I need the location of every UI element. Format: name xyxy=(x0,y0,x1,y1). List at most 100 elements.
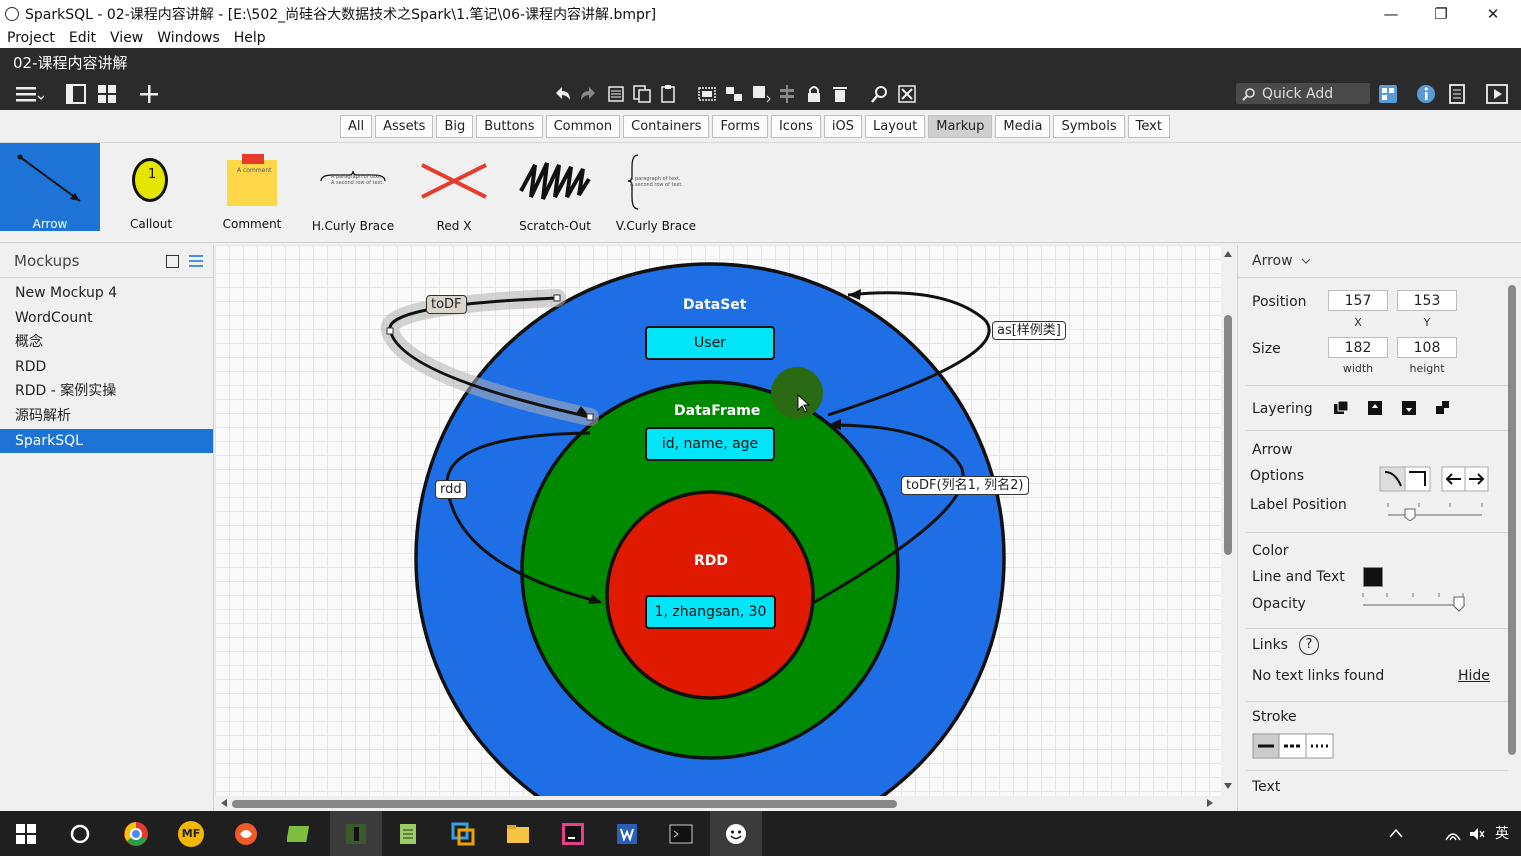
position-y-input[interactable]: 153 xyxy=(1397,290,1457,311)
width-input[interactable]: 182 xyxy=(1328,337,1388,358)
mockup-item-active[interactable]: SparkSQL xyxy=(0,428,213,454)
filter-tab-layout[interactable]: Layout xyxy=(865,115,926,138)
selection-handle[interactable] xyxy=(586,413,594,421)
grid-view-icon[interactable] xyxy=(96,84,118,104)
menu-windows[interactable]: Windows xyxy=(150,30,227,46)
info-icon[interactable] xyxy=(1415,84,1437,104)
filter-tab-media[interactable]: Media xyxy=(995,115,1051,138)
scene-icon[interactable] xyxy=(330,811,382,856)
notepad-icon[interactable] xyxy=(382,811,434,856)
arrow-label-todf[interactable]: toDF xyxy=(426,295,467,314)
arrow-label-rdd[interactable]: rdd xyxy=(435,480,467,499)
links-help-icon[interactable]: ? xyxy=(1299,635,1319,655)
send-to-back-icon[interactable] xyxy=(1436,401,1449,414)
ungroup-icon[interactable] xyxy=(723,84,745,104)
slider-handle[interactable] xyxy=(1404,508,1416,521)
group-icon[interactable] xyxy=(696,84,718,104)
filter-tab-forms[interactable]: Forms xyxy=(712,115,768,138)
thumbnail-view-icon[interactable] xyxy=(166,255,179,268)
mf-icon[interactable]: MF xyxy=(165,811,217,856)
slider-handle[interactable] xyxy=(1453,596,1465,612)
canvas-vertical-scrollbar[interactable] xyxy=(1221,245,1235,796)
dataset-box[interactable]: User xyxy=(645,326,775,360)
properties-scrollbar[interactable] xyxy=(1508,285,1516,755)
dataframe-box[interactable]: id, name, age xyxy=(645,427,775,461)
scroll-thumb[interactable] xyxy=(232,800,897,808)
menu-edit[interactable]: Edit xyxy=(62,30,103,46)
search-icon[interactable] xyxy=(869,84,891,104)
scroll-thumb[interactable] xyxy=(1224,315,1232,555)
ui-library-icon[interactable] xyxy=(1377,84,1399,104)
scroll-down-icon[interactable] xyxy=(1224,783,1232,789)
line-text-color-swatch[interactable] xyxy=(1363,567,1383,587)
filter-tab-text[interactable]: Text xyxy=(1127,115,1170,138)
word-icon[interactable] xyxy=(601,811,653,856)
component-v-curly-brace[interactable]: V.Curly Brace A paragraph of text. A sec… xyxy=(606,145,706,233)
close-search-icon[interactable] xyxy=(896,84,918,104)
component-red-x[interactable]: Red X xyxy=(404,145,504,233)
ime-indicator[interactable]: 英 xyxy=(1495,823,1509,843)
send-backward-icon[interactable] xyxy=(1402,401,1416,415)
rdd-box[interactable]: 1, zhangsan, 30 xyxy=(645,595,776,629)
filter-tab-common[interactable]: Common xyxy=(545,115,621,138)
arrow-right-option-icon[interactable] xyxy=(1464,466,1489,492)
windows-start-icon[interactable] xyxy=(0,811,52,856)
filter-tab-icons[interactable]: Icons xyxy=(770,115,821,138)
mockup-canvas[interactable]: DataSet User DataFrame id, name, age RDD… xyxy=(215,245,1221,796)
bring-forward-icon[interactable] xyxy=(1368,401,1382,415)
menu-help[interactable]: Help xyxy=(227,30,273,46)
trash-icon[interactable] xyxy=(829,84,851,104)
presentation-icon[interactable] xyxy=(1486,84,1508,104)
hide-links-link[interactable]: Hide xyxy=(1458,668,1490,684)
terminal-icon[interactable] xyxy=(655,811,707,856)
menu-view[interactable]: View xyxy=(103,30,150,46)
component-comment[interactable]: Comment A comment xyxy=(202,145,302,231)
component-scratch-out[interactable]: Scratch-Out xyxy=(505,145,605,233)
browser-icon[interactable] xyxy=(220,811,272,856)
hamburger-menu-icon[interactable] xyxy=(13,84,45,104)
app-icon[interactable] xyxy=(274,811,326,856)
mockup-item[interactable]: New Mockup 4 xyxy=(0,281,213,306)
filter-tab-ios[interactable]: iOS xyxy=(823,115,863,138)
filter-tab-buttons[interactable]: Buttons xyxy=(476,115,543,138)
volume-icon[interactable] xyxy=(1468,826,1486,846)
selection-handle[interactable] xyxy=(553,294,561,302)
arrow-label-as[interactable]: as[样例类] xyxy=(992,321,1066,340)
stroke-dashed-icon[interactable] xyxy=(1278,733,1307,759)
close-button[interactable]: ✕ xyxy=(1468,0,1518,27)
add-icon[interactable] xyxy=(138,84,160,104)
filter-tab-assets[interactable]: Assets xyxy=(375,115,434,138)
scroll-left-icon[interactable] xyxy=(221,799,227,807)
notes-icon[interactable] xyxy=(1446,84,1468,104)
vmware-icon[interactable] xyxy=(437,811,489,856)
copy-icon[interactable] xyxy=(631,84,653,104)
arrange-icon[interactable] xyxy=(750,84,772,104)
component-arrow[interactable]: Arrow xyxy=(0,143,100,231)
arrow-label-todf-cols[interactable]: toDF(列名1, 列名2) xyxy=(901,476,1029,495)
mockup-item[interactable]: WordCount xyxy=(0,306,213,331)
filter-tab-all[interactable]: All xyxy=(340,115,373,138)
maximize-button[interactable]: ❐ xyxy=(1416,0,1466,27)
list-view-icon[interactable] xyxy=(189,254,203,268)
filter-tab-symbols[interactable]: Symbols xyxy=(1053,115,1125,138)
mockup-item[interactable]: RDD xyxy=(0,355,213,380)
cortana-icon[interactable] xyxy=(54,811,106,856)
selection-handle[interactable] xyxy=(386,327,394,335)
label-position-slider[interactable] xyxy=(1386,501,1486,521)
wifi-icon[interactable] xyxy=(1444,826,1462,846)
panel-toggle-icon[interactable] xyxy=(65,84,87,104)
undo-icon[interactable] xyxy=(551,84,573,104)
component-h-curly-brace[interactable]: H.Curly Brace A paragraph of text. A sec… xyxy=(303,145,403,233)
opacity-slider[interactable] xyxy=(1361,591,1471,613)
stroke-solid-icon[interactable] xyxy=(1252,733,1280,759)
canvas-horizontal-scrollbar[interactable] xyxy=(215,796,1221,811)
component-callout[interactable]: Callout 1 xyxy=(101,145,201,231)
properties-header[interactable]: Arrow xyxy=(1238,245,1521,278)
curved-arrow-option-icon[interactable] xyxy=(1379,466,1406,492)
quick-add-input[interactable]: Quick Add xyxy=(1236,83,1370,104)
cut-icon[interactable] xyxy=(605,84,627,104)
minimize-button[interactable]: — xyxy=(1366,0,1416,27)
stroke-dotted-icon[interactable] xyxy=(1305,733,1334,759)
mockup-item[interactable]: 源码解析 xyxy=(0,404,213,429)
scroll-right-icon[interactable] xyxy=(1207,799,1213,807)
